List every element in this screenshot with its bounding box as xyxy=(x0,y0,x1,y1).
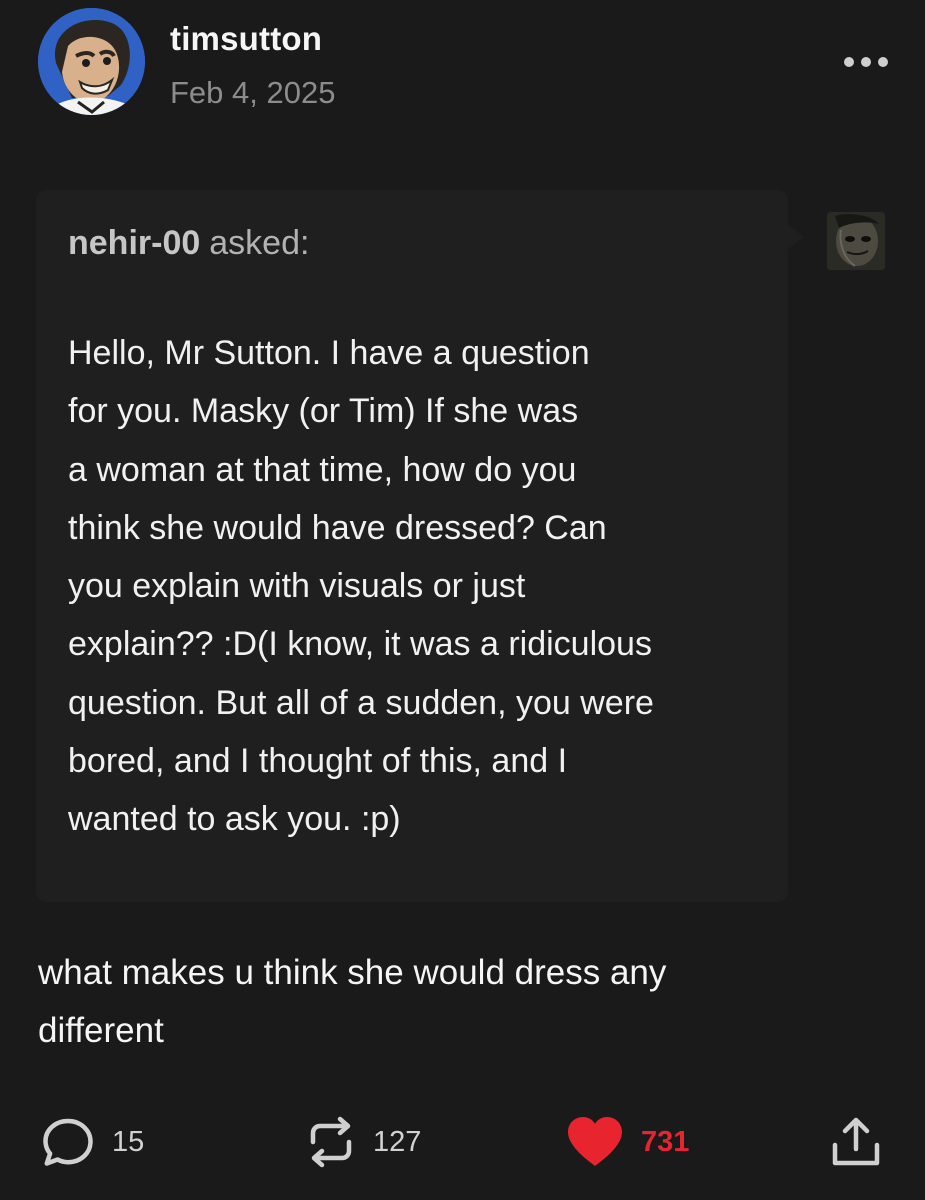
asker-avatar[interactable] xyxy=(827,212,885,270)
heart-icon xyxy=(568,1117,622,1166)
more-dot xyxy=(878,57,888,67)
replies-count: 15 xyxy=(112,1125,145,1158)
answer-text: what makes u think she would dress any d… xyxy=(38,953,667,1050)
asked-label: asked: xyxy=(209,224,310,262)
post-actions: 15 127 731 xyxy=(0,1108,925,1176)
reblogs-action[interactable]: 127 xyxy=(305,1108,421,1176)
reply-icon xyxy=(43,1118,93,1166)
likes-count: 731 xyxy=(641,1125,690,1158)
ask-question: Hello, Mr Sutton. I have a question for … xyxy=(68,334,654,839)
post-date[interactable]: Feb 4, 2025 xyxy=(170,75,335,111)
more-options-icon[interactable] xyxy=(844,50,888,74)
asker-line: nehir-00 asked: xyxy=(68,224,309,263)
author-avatar[interactable] xyxy=(38,8,145,115)
reblogs-count: 127 xyxy=(373,1125,422,1158)
asker-name[interactable]: nehir-00 xyxy=(68,224,200,262)
likes-action[interactable]: 731 xyxy=(565,1108,689,1176)
ask-box-pointer xyxy=(788,225,804,249)
ask-box: nehir-00 asked: Hello, Mr Sutton. I have … xyxy=(36,190,788,902)
post-header: timsutton Feb 4, 2025 xyxy=(38,6,888,116)
share-icon xyxy=(832,1117,880,1166)
author-username[interactable]: timsutton xyxy=(170,20,322,58)
more-dot xyxy=(844,57,854,67)
more-dot xyxy=(861,57,871,67)
reblog-icon xyxy=(310,1116,352,1168)
replies-action[interactable]: 15 xyxy=(40,1108,144,1176)
share-action[interactable] xyxy=(829,1108,883,1176)
